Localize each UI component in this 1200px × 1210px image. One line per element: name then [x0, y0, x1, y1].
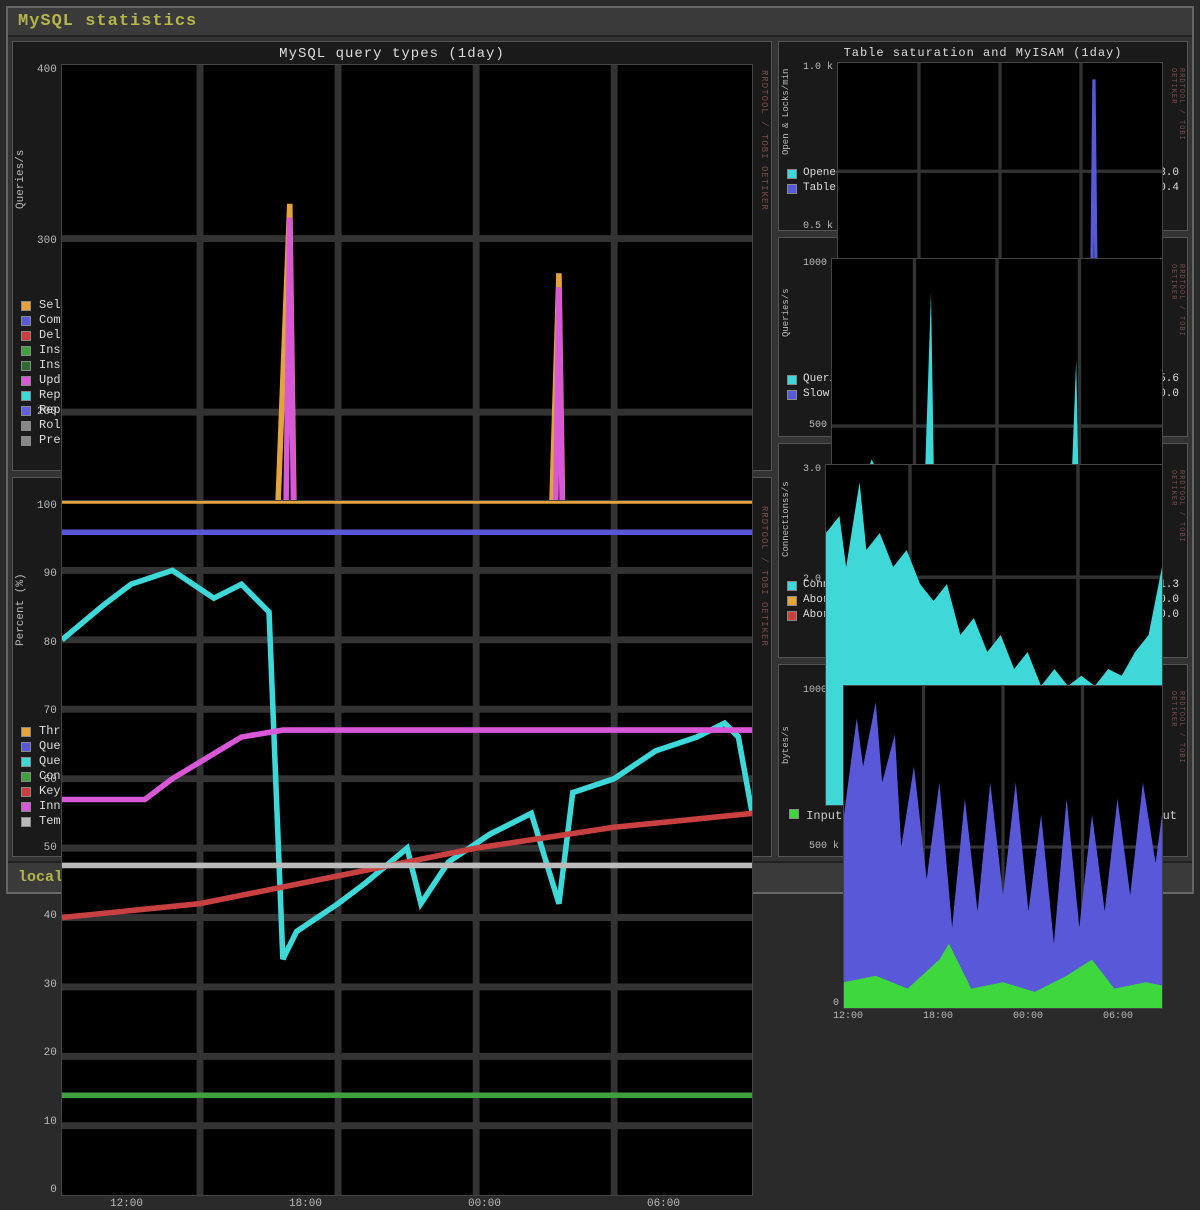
chart-title: Table saturation and MyISAM (1day): [779, 42, 1187, 62]
chart-title: MySQL query types (1day): [13, 42, 771, 64]
rrdtool-credit: RRDTOOL / TOBI OETIKER: [1167, 464, 1187, 574]
panel-table-saturation: Table saturation and MyISAM (1day) Open …: [778, 41, 1188, 231]
dashboard-body: MySQL query types (1day) Queries/s 40030…: [8, 37, 1192, 861]
y-axis-label: Queries/s: [13, 64, 33, 294]
panel-connections: MySQL connections (1day) Connectionss/s …: [778, 443, 1188, 658]
y-axis-label: Percent (%): [13, 500, 33, 720]
y-axis-label: Open & Locks/min: [779, 62, 799, 162]
y-ticks: 1009080706050403020100: [37, 500, 61, 1196]
left-column: MySQL query types (1day) Queries/s 40030…: [12, 41, 772, 857]
panel-query-types: MySQL query types (1day) Queries/s 40030…: [12, 41, 772, 471]
rrdtool-credit: RRDTOOL / TOBI OETIKER: [1167, 258, 1187, 368]
rrdtool-credit: RRDTOOL / TOBI OETIKER: [757, 64, 771, 294]
panel-queries: MySQL queries (1day) Queries/s 10005000: [778, 237, 1188, 437]
chart-plot-overall-stats: [61, 500, 753, 1196]
page-title: MySQL statistics: [8, 8, 1192, 37]
panel-overall-stats: MySQL overall stats (1day) Percent (%) 1…: [12, 477, 772, 857]
x-ticks: 12:0018:0000:0006:00: [803, 1009, 1163, 1022]
y-axis-label: Queries/s: [779, 258, 799, 368]
x-ticks: 12:0018:0000:0006:00: [37, 1196, 753, 1210]
y-axis-label: Connectionss/s: [779, 464, 799, 574]
right-column: Table saturation and MyISAM (1day) Open …: [778, 41, 1188, 857]
y-axis-label: bytes/s: [779, 685, 799, 805]
app-frame: MySQL statistics MySQL query types (1day…: [6, 6, 1194, 894]
chart-plot-traffic: [843, 685, 1163, 1009]
rrdtool-credit: RRDTOOL / TOBI OETIKER: [1167, 685, 1187, 805]
rrdtool-credit: RRDTOOL / TOBI OETIKER: [1167, 62, 1187, 162]
rrdtool-credit: RRDTOOL / TOBI OETIKER: [757, 500, 771, 720]
